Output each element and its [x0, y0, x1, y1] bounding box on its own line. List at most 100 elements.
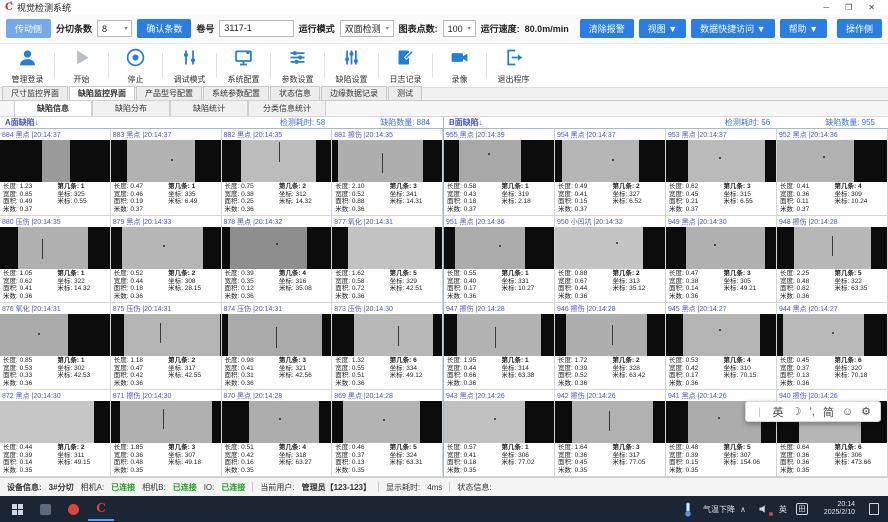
defect-cell[interactable]: 879 黑点 |20:14:33长度: 0.52宽度: 0.44面积: 0.18… — [111, 216, 222, 303]
operator-side-button[interactable]: 操作侧 — [837, 19, 882, 38]
maximize-button[interactable]: ❐ — [845, 3, 852, 12]
defect-cell[interactable]: 884 黑点 |20:14:37长度: 1.23宽度: 0.85面积: 0.49… — [0, 129, 111, 216]
defect-cell[interactable]: 946 擦伤 |20:14:28长度: 1.72宽度: 0.39面积: 0.52… — [555, 303, 666, 390]
toolbar-button-stop[interactable]: 停止 — [112, 44, 159, 87]
defect-cell[interactable]: 873 压伤 |20:14:30长度: 1.32宽度: 0.55面积: 0.51… — [332, 303, 443, 390]
defect-cell[interactable]: 943 黑点 |20:14:26长度: 0.57宽度: 0.41面积: 0.18… — [444, 390, 555, 477]
defect-cell[interactable]: 880 压伤 |20:14:35长度: 1.05宽度: 0.62面积: 0.41… — [0, 216, 111, 303]
taskbar-app-detection[interactable]: C — [88, 497, 114, 521]
defect-cell[interactable]: 948 擦伤 |20:14:28长度: 2.25宽度: 0.48面积: 0.82… — [777, 216, 888, 303]
language-indicator[interactable]: 英 — [779, 504, 787, 515]
defect-cell[interactable]: 872 黑点 |20:14:30长度: 0.44宽度: 0.39面积: 0.14… — [0, 390, 111, 477]
defect-meta-right: 第几条: 5坐标: 322米标: 63.35 — [834, 270, 884, 301]
taskbar-app-2[interactable] — [60, 497, 86, 521]
toolbar-button-tune[interactable]: 调试模式 — [166, 44, 213, 87]
taskbar-app-1[interactable] — [32, 497, 58, 521]
toolbar-button-play[interactable]: 开始 — [58, 44, 105, 87]
defect-cell[interactable]: 945 黑点 |20:14:27长度: 0.53宽度: 0.42面积: 0.17… — [666, 303, 777, 390]
defect-cell[interactable]: 953 黑点 |20:14:37长度: 0.62宽度: 0.45面积: 0.21… — [666, 129, 777, 216]
minimize-button[interactable]: ─ — [823, 3, 829, 12]
tab-4[interactable]: 系统参数配置 — [203, 86, 269, 100]
toolbar-button-defect[interactable]: 缺陷设置 — [328, 44, 375, 87]
ime-simplified[interactable]: 简 — [823, 404, 834, 420]
defect-cell[interactable]: 882 黑点 |20:14:35长度: 0.75宽度: 0.38面积: 0.25… — [222, 129, 333, 216]
defect-mark — [488, 153, 490, 155]
ime-toolbar[interactable]: 丨英☽’,简☺⚙ — [745, 401, 881, 422]
tab-3[interactable]: 产品型号配置 — [136, 86, 202, 100]
weather-text[interactable]: 气温下降 — [703, 504, 735, 515]
defect-cell[interactable]: 871 擦伤 |20:14:30长度: 1.85宽度: 0.36面积: 0.48… — [111, 390, 222, 477]
subtab-4[interactable]: 分类信息统计 — [248, 100, 326, 116]
tab-6[interactable]: 边缘数据记录 — [321, 86, 387, 100]
drive-side-button[interactable]: 传动侧 — [6, 19, 51, 38]
status-info-label: 状态信息: — [457, 482, 491, 493]
defect-cell[interactable]: 881 擦伤 |20:14:35长度: 2.10宽度: 0.52面积: 0.88… — [332, 129, 443, 216]
defect-cell[interactable]: 870 黑点 |20:14:28长度: 0.51宽度: 0.42面积: 0.16… — [222, 390, 333, 477]
speaker-icon[interactable] — [751, 497, 777, 521]
roll-number-input[interactable]: 3117-1 — [219, 20, 293, 37]
log-icon — [395, 47, 416, 73]
help-menu-button[interactable]: 帮助 ▼ — [780, 19, 827, 38]
defect-panels: A面缺陷↓检测耗时: 58缺陷数量: 884884 黑点 |20:14:37长度… — [0, 117, 888, 477]
toolbar-button-camera[interactable]: 录像 — [436, 44, 483, 87]
data-access-menu-button[interactable]: 数据快捷访问 ▼ — [691, 19, 774, 38]
toolbar-button-user[interactable]: 管理登录 — [4, 44, 51, 87]
defect-cell[interactable]: 944 黑点 |20:14:27长度: 0.45宽度: 0.37面积: 0.13… — [777, 303, 888, 390]
defect-cell[interactable]: 878 黑点 |20:14:32长度: 0.39宽度: 0.35面积: 0.12… — [222, 216, 333, 303]
defect-cell[interactable]: 947 擦伤 |20:14:28长度: 1.95宽度: 0.44面积: 0.66… — [444, 303, 555, 390]
ime-logo-icon[interactable]: ’, — [809, 406, 815, 418]
defect-cell[interactable]: 954 黑点 |20:14:37长度: 0.49宽度: 0.41面积: 0.15… — [555, 129, 666, 216]
defect-cell[interactable]: 955 黑点 |20:14:39长度: 0.58宽度: 0.43面积: 0.18… — [444, 129, 555, 216]
confirm-count-button[interactable]: 确认条数 — [137, 19, 191, 38]
ime-emoji-icon[interactable]: ☺ — [842, 406, 853, 418]
ime-night-mode-icon[interactable]: ☽ — [792, 405, 802, 418]
metric-row: 长度: 1.62 — [335, 270, 389, 278]
divider — [432, 53, 433, 78]
toolbar-button-exit[interactable]: 退出程序 — [490, 44, 537, 87]
defect-cell[interactable]: 952 黑点 |20:14:36长度: 0.41宽度: 0.36面积: 0.11… — [777, 129, 888, 216]
run-mode-select[interactable]: 双面检测▾ — [340, 20, 394, 37]
tab-2[interactable]: 缺陷监控界面 — [69, 86, 135, 100]
defect-cell[interactable]: 883 黑点 |20:14:37长度: 0.47宽度: 0.46面积: 0.19… — [111, 129, 222, 216]
split-count-select[interactable]: 8▾ — [97, 20, 132, 37]
metric-row: 米数: 0.35 — [669, 467, 723, 475]
defect-cell[interactable]: 950 小凹坑 |20:14:32长度: 0.88宽度: 0.67面积: 0.4… — [555, 216, 666, 303]
subtab-3[interactable]: 缺陷统计 — [170, 100, 248, 116]
tab-1[interactable]: 尺寸监控界面 — [2, 86, 68, 100]
metric-row: 第几条: 1 — [168, 183, 217, 191]
defect-meta-left: 长度: 0.46宽度: 0.37面积: 0.13米数: 0.35 — [335, 444, 389, 475]
defect-cell-header: 879 黑点 |20:14:33 — [111, 216, 221, 227]
defect-cell[interactable]: 942 擦伤 |20:14:26长度: 1.64宽度: 0.36面积: 0.45… — [555, 390, 666, 477]
start-button[interactable] — [4, 497, 30, 521]
subtab-2[interactable]: 缺陷分布 — [92, 100, 170, 116]
metric-row: 第几条: 4 — [834, 183, 884, 191]
action-center-icon[interactable] — [869, 503, 879, 515]
defect-cell[interactable]: 949 黑点 |20:14:30长度: 0.47宽度: 0.38面积: 0.14… — [666, 216, 777, 303]
defect-cell[interactable]: 877 氧化 |20:14:31长度: 1.62宽度: 0.58面积: 0.72… — [332, 216, 443, 303]
toolbar-button-log[interactable]: 日志记录 — [382, 44, 429, 87]
view-menu-button[interactable]: 视图 ▼ — [639, 19, 686, 38]
defect-grid-b: 955 黑点 |20:14:39长度: 0.58宽度: 0.43面积: 0.18… — [444, 129, 888, 477]
ime-tray-icon[interactable]: 田 — [789, 497, 815, 521]
ime-settings-icon[interactable]: ⚙ — [861, 405, 871, 418]
ime-lang-en[interactable]: 英 — [773, 404, 784, 420]
defect-cell-header: 940 擦伤 |20:14:26 — [777, 390, 887, 401]
close-button[interactable]: ✕ — [868, 3, 875, 12]
toolbar-button-params[interactable]: 参数设置 — [274, 44, 321, 87]
defect-cell[interactable]: 876 氧化 |20:14:31长度: 0.85宽度: 0.53面积: 0.33… — [0, 303, 111, 390]
defect-cell[interactable]: 951 黑点 |20:14:36长度: 0.55宽度: 0.40面积: 0.17… — [444, 216, 555, 303]
tray-expand-chevron[interactable]: ∧ — [737, 505, 749, 514]
metric-row: 米标: 14.31 — [390, 198, 439, 206]
defect-cell[interactable]: 875 压伤 |20:14:31长度: 1.18宽度: 0.47面积: 0.42… — [111, 303, 222, 390]
tab-7[interactable]: 测试 — [388, 86, 422, 100]
taskbar-clock[interactable]: 20:14 2025/2/10 — [817, 501, 862, 518]
defect-cell[interactable]: 874 压伤 |20:14:31长度: 0.98宽度: 0.41面积: 0.31… — [222, 303, 333, 390]
subtab-1[interactable]: 缺陷信息 — [14, 100, 92, 116]
tab-5[interactable]: 状态信息 — [270, 86, 320, 100]
metric-row: 长度: 0.47 — [114, 183, 168, 191]
defect-cell[interactable]: 869 黑点 |20:14:28长度: 0.46宽度: 0.37面积: 0.13… — [332, 390, 443, 477]
clear-alarm-button[interactable]: 清除报警 — [580, 19, 634, 38]
chart-points-select[interactable]: 100▾ — [443, 20, 476, 37]
defect-meta-left: 长度: 2.10宽度: 0.52面积: 0.88米数: 0.36 — [335, 183, 389, 214]
toolbar-button-monitor[interactable]: 系统配置 — [220, 44, 267, 87]
